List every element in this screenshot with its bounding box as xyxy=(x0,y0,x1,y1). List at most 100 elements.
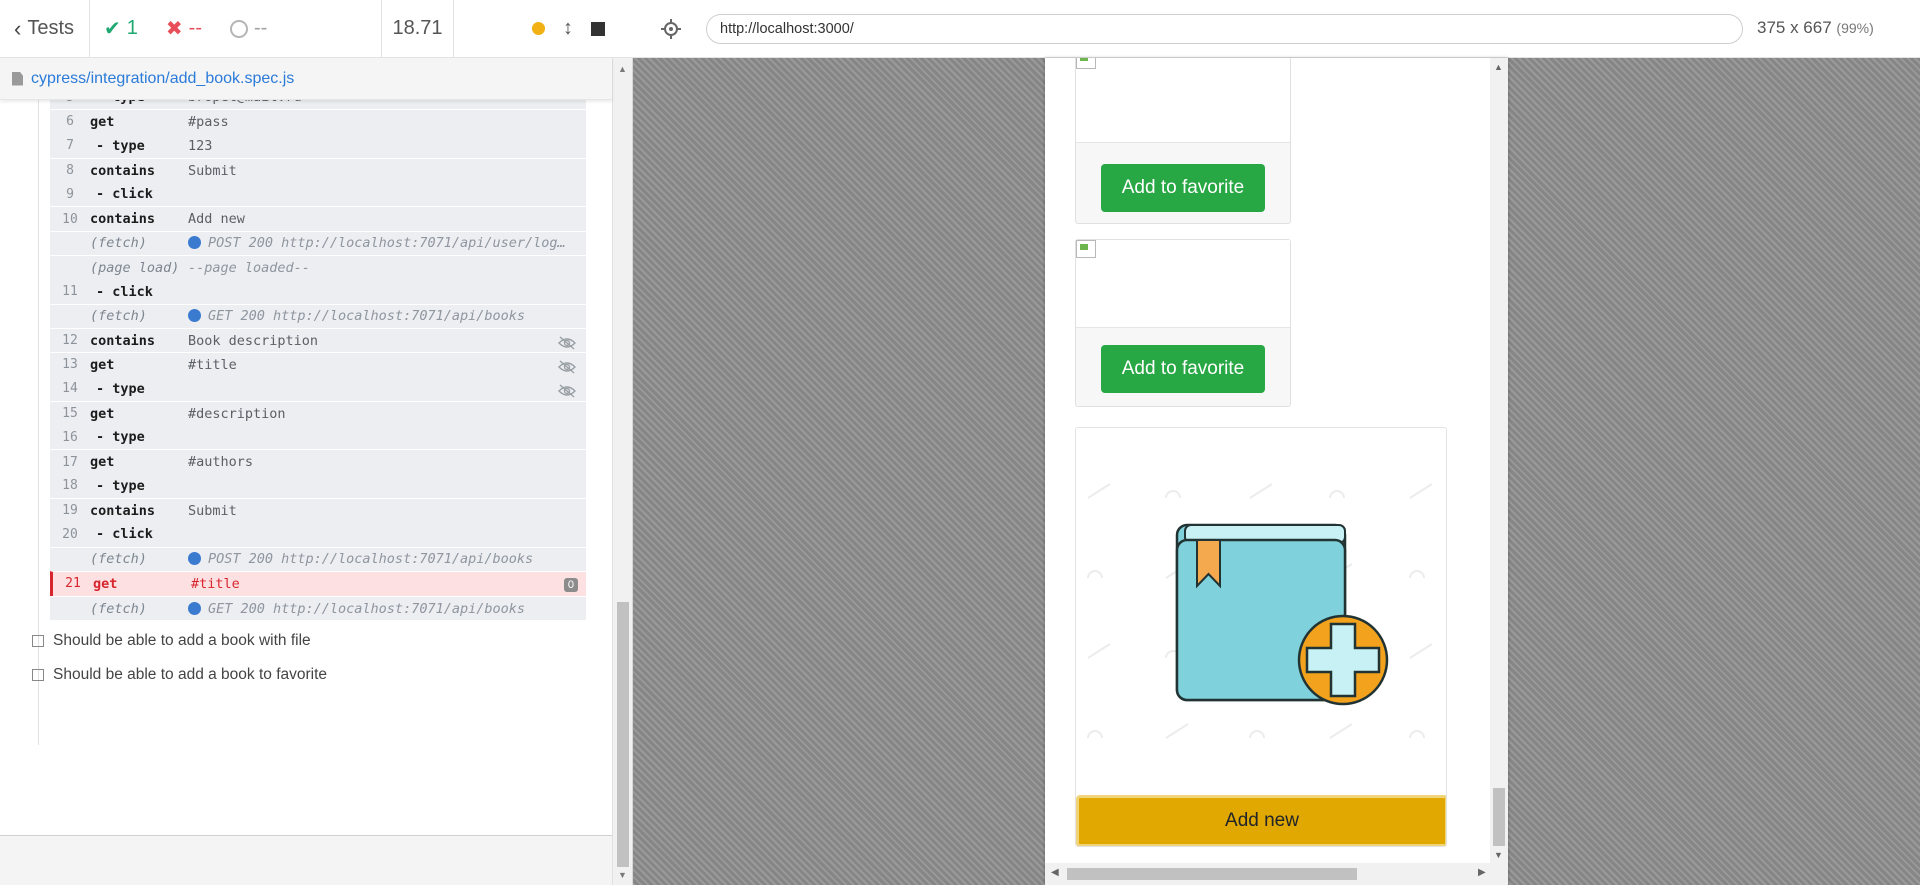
command-row[interactable]: 16 - type xyxy=(50,425,586,450)
viewport-info[interactable]: 375 x 667 (99%) xyxy=(1757,18,1874,38)
command-message: bropet@mail.ru xyxy=(188,100,586,105)
command-message: 123 xyxy=(188,138,586,154)
command-name: get xyxy=(90,405,115,422)
command-number: 7 xyxy=(66,138,74,154)
command-log[interactable]: 5- typebropet@mail.ru6get#pass7- type123… xyxy=(0,100,612,835)
command-number: 9 xyxy=(66,186,74,202)
command-row[interactable]: (fetch) POST 200 http://localhost:7071/ap… xyxy=(50,546,586,571)
chevron-left-icon: ‹ xyxy=(14,15,22,41)
pending-stat: -- xyxy=(216,17,281,40)
stop-button[interactable] xyxy=(591,21,605,36)
scrollbar-thumb[interactable] xyxy=(617,602,629,867)
scroll-left-icon[interactable]: ◀ xyxy=(1051,867,1059,878)
book-card: Add to favorite xyxy=(1075,58,1291,224)
aut-header: http://localhost:3000/ 375 x 667 (99%) xyxy=(633,0,1920,58)
test-title: Should be able to add a book with file xyxy=(53,632,311,649)
command-message-text: 123 xyxy=(188,137,213,154)
command-name: - type xyxy=(96,477,145,494)
command-message-text: POST 200 http://localhost:7071/api/books xyxy=(208,551,534,568)
command-row[interactable]: 11 - click xyxy=(50,279,586,304)
command-number: 16 xyxy=(62,429,78,445)
spec-path-link[interactable]: cypress/integration/add_book.spec.js xyxy=(31,70,294,88)
iframe-horizontal-scrollbar[interactable]: ◀ ▶ xyxy=(1045,863,1508,885)
add-book-illustration xyxy=(1087,483,1433,739)
command-row[interactable]: (fetch) GET 200 http://localhost:7071/api… xyxy=(50,303,586,328)
command-row[interactable]: (page load) --page loaded-- xyxy=(50,255,586,280)
command-row[interactable]: 7 - type 123 xyxy=(50,133,586,158)
url-bar[interactable]: http://localhost:3000/ xyxy=(706,14,1743,44)
request-status-icon xyxy=(188,236,201,250)
command-number: 15 xyxy=(62,406,78,421)
command-row[interactable]: 12 contains Book description xyxy=(50,327,586,353)
scroll-up-icon[interactable]: ▲ xyxy=(618,64,627,74)
scrollbar-thumb[interactable] xyxy=(1067,868,1357,880)
command-number: 17 xyxy=(62,454,78,470)
selector-playground-icon[interactable] xyxy=(660,18,682,40)
add-new-button[interactable]: Add new xyxy=(1076,795,1446,846)
command-message: #authors xyxy=(188,454,586,470)
iframe-vertical-scrollbar[interactable]: ▲ ▼ xyxy=(1490,58,1508,863)
book-image xyxy=(1076,240,1290,328)
command-number: 11 xyxy=(62,284,78,300)
command-row[interactable]: 10 contains Add new xyxy=(50,206,586,231)
x-icon: ✖ xyxy=(165,18,183,40)
auto-scroll-toggle-icon[interactable]: ↕ xyxy=(563,17,573,40)
command-row[interactable]: (fetch) GET 200 http://localhost:7071/api… xyxy=(50,595,586,621)
broken-image-icon xyxy=(1076,58,1096,69)
command-name: - click xyxy=(96,526,153,543)
test-add-book-with-file[interactable]: Should be able to add a book with file xyxy=(32,632,311,650)
command-name: (page load) xyxy=(90,259,180,276)
command-message: #title xyxy=(191,576,586,592)
command-row[interactable]: 15 get #description xyxy=(50,400,586,426)
command-message: POST 200 http://localhost:7071/api/books xyxy=(188,551,586,567)
add-to-favorite-button[interactable]: Add to favorite xyxy=(1101,164,1265,212)
command-row[interactable]: 20 - click xyxy=(50,522,586,547)
broken-image-icon xyxy=(1076,240,1096,258)
hidden-eye-icon xyxy=(558,360,576,374)
command-message: GET 200 http://localhost:7071/api/books xyxy=(188,308,586,324)
command-number: 6 xyxy=(66,114,74,130)
command-name: contains xyxy=(90,502,156,519)
add-new-card: Add new xyxy=(1075,427,1447,847)
app-iframe[interactable]: Add to favorite Add to favorite Add new … xyxy=(1045,58,1508,885)
command-message: POST 200 http://localhost:7071/api/user/… xyxy=(188,235,586,251)
command-row[interactable]: 9 - click xyxy=(50,182,586,207)
scroll-right-icon[interactable]: ▶ xyxy=(1478,867,1486,878)
command-name: - type xyxy=(90,100,188,105)
request-status-icon xyxy=(188,309,201,323)
scroll-down-icon[interactable]: ▼ xyxy=(618,870,627,880)
pending-ring-icon xyxy=(229,19,248,38)
command-row[interactable]: 8 contains Submit xyxy=(50,157,586,183)
test-checkbox-icon xyxy=(32,635,44,647)
command-name: - type xyxy=(96,380,145,397)
scrollbar-thumb[interactable] xyxy=(1493,788,1505,846)
add-to-favorite-button[interactable]: Add to favorite xyxy=(1101,345,1265,393)
back-to-tests-button[interactable]: ‹ Tests xyxy=(0,0,90,57)
command-message: Add new xyxy=(188,211,586,227)
command-row[interactable]: 18 - type xyxy=(50,473,586,499)
command-row[interactable]: 19 contains Submit xyxy=(50,498,586,523)
command-message-text: bropet@mail.ru xyxy=(188,100,302,105)
command-message-text: Submit xyxy=(188,162,237,179)
command-row[interactable]: (fetch) POST 200 http://localhost:7071/ap… xyxy=(50,230,586,256)
command-name: - type xyxy=(96,429,145,446)
failed-stat: ✖ -- xyxy=(152,16,216,41)
command-row-failed[interactable]: 21 get #title 0 xyxy=(50,570,586,596)
hidden-eye-icon xyxy=(558,336,576,350)
spec-file-bar: cypress/integration/add_book.spec.js xyxy=(0,58,612,100)
hidden-eye-icon xyxy=(558,384,576,398)
command-row[interactable]: 13 get #title xyxy=(50,352,586,377)
command-message-text: Add new xyxy=(188,211,245,228)
scroll-up-icon[interactable]: ▲ xyxy=(1494,62,1503,72)
command-number: 8 xyxy=(66,163,74,179)
command-row[interactable]: 6 get #pass xyxy=(50,109,586,134)
test-add-book-to-favorite[interactable]: Should be able to add a book to favorite xyxy=(32,666,327,684)
command-row[interactable]: 5- typebropet@mail.ru xyxy=(50,100,586,110)
command-row[interactable]: 14 - type xyxy=(50,376,586,401)
command-name: contains xyxy=(90,332,156,349)
request-status-icon xyxy=(188,552,201,566)
command-message: #description xyxy=(188,406,586,422)
command-row[interactable]: 17 get #authors xyxy=(50,449,586,474)
reporter-scrollbar[interactable]: ▲ ▼ xyxy=(612,58,632,885)
scroll-down-icon[interactable]: ▼ xyxy=(1494,850,1503,860)
